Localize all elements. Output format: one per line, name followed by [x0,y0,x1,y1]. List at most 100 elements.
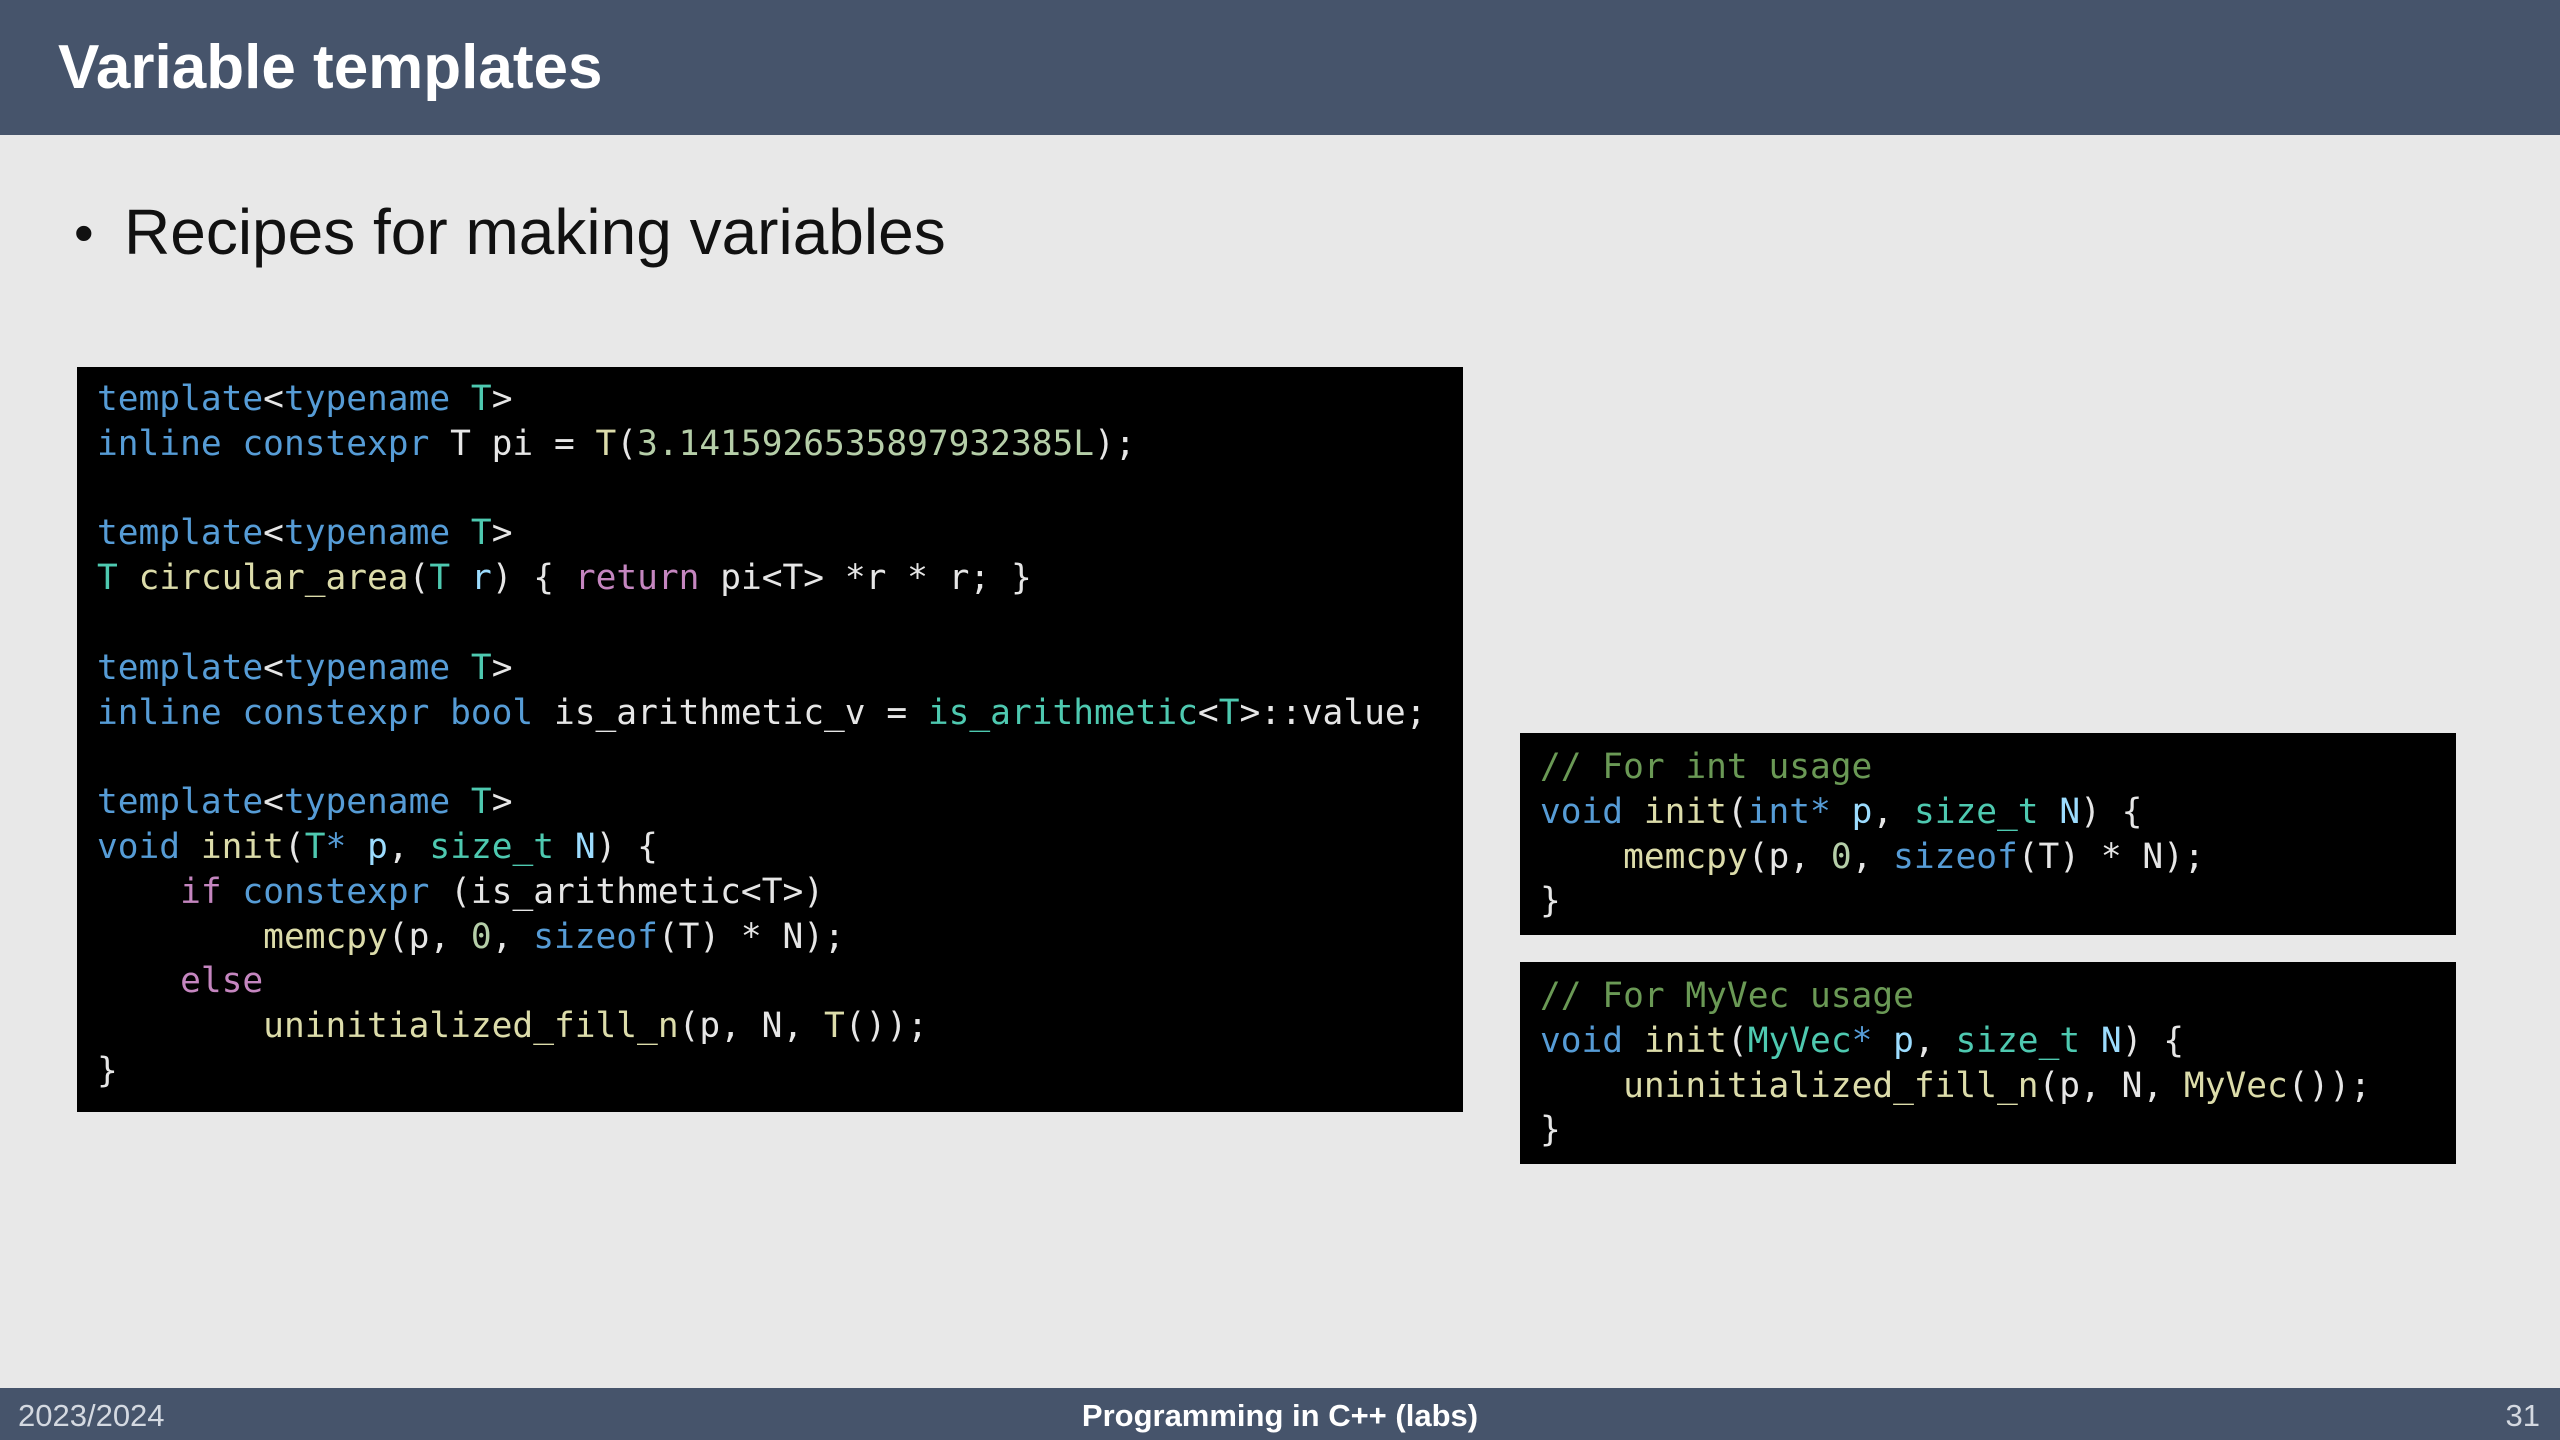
code-token-plain: (p, [387,916,471,957]
code-token-plain: < [263,782,284,823]
code-token-param: N [2059,791,2081,832]
code-token-keyword: inline [97,692,222,733]
code-token-func: uninitialized_fill_n [1623,1065,2039,1106]
code-token-keyword: template [97,647,264,688]
code-token-param: r [470,558,492,599]
code-line: uninitialized_fill_n(p, N, T()); [97,1004,1443,1049]
code-block-myvec-usage: // For MyVec usage void init(MyVec* p, si… [1520,962,2456,1164]
code-token-keyword: * [1851,1020,1873,1061]
code-token-plain: , [1913,1020,1956,1061]
code-token-func: MyVec [2183,1065,2288,1106]
slide-footer: 2023/2024 Programming in C++ (labs) 31 [0,1388,2560,1440]
code-block-int-usage: // For int usage void init(int* p, size_t… [1520,733,2456,935]
code-token-number: 0 [1830,836,1852,877]
code-token-type: T [429,558,451,599]
code-token-plain: < [263,647,284,688]
code-token-number: 3.1415926535897932385L [637,423,1095,464]
code-token-plain: T pi = [429,423,596,464]
code-token-plain: } [1540,881,1561,922]
code-line: void init(MyVec* p, size_t N) { [1540,1019,2436,1064]
code-token-plain: < [1197,692,1219,733]
code-token-plain: (T) * N); [657,916,845,957]
bullet-icon: • [74,200,94,264]
code-token-keyword: template [97,782,264,823]
code-token-plain: < [263,379,284,419]
code-token-keyword: constexpr [242,423,430,464]
code-token-keyword: sizeof [533,916,658,957]
code-token-keyword: typename [283,513,451,554]
code-line: template<typename T> [97,646,1443,691]
code-token-type: size_t [1955,1020,2081,1061]
code-token-plain: ()); [2287,1065,2371,1106]
bullet-text: Recipes for making variables [124,196,946,268]
code-token-plain: ( [408,558,430,599]
slide-header: Variable templates [0,0,2560,135]
code-token-keyword: typename [283,379,451,419]
code-token-func: circular_area [138,558,409,599]
code-token-plain: ( [1726,1020,1748,1061]
code-line: memcpy(p, 0, sizeof(T) * N); [97,915,1443,960]
code-token-plain: ( [283,826,305,867]
code-token-func: uninitialized_fill_n [263,1006,679,1047]
code-token-plain: pi<T> *r * r; } [699,558,1032,599]
code-token-type: T [470,782,492,823]
code-token-keyword: template [97,379,264,419]
code-token-keyword: typename [283,782,451,823]
code-token-plain: , [1851,836,1894,877]
code-line: else [97,959,1443,1004]
code-token-plain: , [1872,791,1914,832]
code-token-keyword: void [97,826,181,867]
code-token-plain: ); [1094,423,1136,464]
code-token-plain: ()); [844,1006,928,1047]
code-token-plain: (p, N, [2038,1065,2184,1106]
code-token-type: T [470,647,492,688]
code-token-plain: (is_arithmetic<T>) [429,871,825,912]
code-token-plain: } [1540,1110,1561,1151]
code-token-number: 0 [470,916,492,957]
code-token-type: is_arithmetic [927,692,1198,733]
code-token-type: size_t [429,826,555,867]
code-token-plain: ) { [2080,791,2143,832]
code-token-param: p [367,826,388,867]
code-token-param: N [2100,1020,2122,1061]
code-token-plain: (p, N, [678,1006,824,1047]
code-token-type: T [470,379,492,419]
code-line: if constexpr (is_arithmetic<T>) [97,870,1443,915]
footer-page-number: 31 [2505,1398,2540,1433]
code-line: // For int usage [1540,745,2436,790]
code-token-control: return [574,558,700,599]
code-line: void init(int* p, size_t N) { [1540,790,2436,835]
code-token-keyword: constexpr [242,871,430,912]
code-token-func: init [200,826,284,867]
code-token-param: p [1851,791,1873,832]
code-token-plain: ( [616,423,638,464]
code-token-type: size_t [1913,791,2039,832]
code-token-plain: is_arithmetic_v = [533,692,928,733]
code-token-type: MyVec [1747,1020,1852,1061]
code-token-plain: ( [1726,791,1748,832]
code-token-type: T [470,513,492,554]
code-line: template<typename T> [97,377,1443,422]
code-token-keyword: bool [450,692,534,733]
bullet-item: • Recipes for making variables [74,195,946,269]
code-token-type: T [1218,692,1240,733]
code-token-keyword: void [1540,1020,1624,1061]
code-token-plain: ) { [2121,1020,2184,1061]
code-token-type: T [97,558,118,599]
code-token-func: init [1643,1020,1727,1061]
code-token-func: T [595,423,617,464]
